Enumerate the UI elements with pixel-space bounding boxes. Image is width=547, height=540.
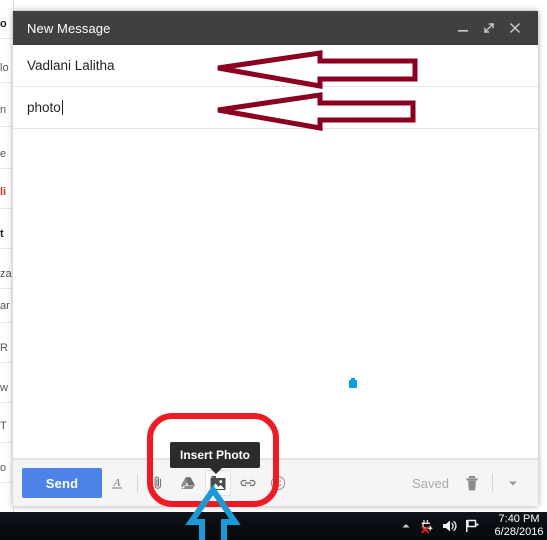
volume-icon xyxy=(443,520,457,532)
inbox-row-fragment: w xyxy=(0,382,8,394)
inbox-row-divider xyxy=(0,442,14,443)
insert-emoji-button[interactable] xyxy=(265,470,291,496)
subject-field[interactable]: photo xyxy=(13,87,538,129)
attach-file-icon xyxy=(154,476,162,489)
chevron-up-icon xyxy=(402,524,410,528)
close-button[interactable] xyxy=(502,15,528,41)
inbox-row-fragment: n xyxy=(0,104,7,116)
compose-window-title: New Message xyxy=(27,20,111,36)
google-drive-button[interactable] xyxy=(175,470,201,496)
inbox-row-fragment: o xyxy=(0,18,7,30)
clock-date: 6/28/2016 xyxy=(494,526,544,538)
text-caret xyxy=(61,100,63,115)
windows-taskbar: 7:40 PM 6/28/2016 xyxy=(0,512,547,540)
show-hidden-icons-button[interactable] xyxy=(395,514,417,538)
to-field-value: Vadlani Lalitha xyxy=(27,58,115,73)
minimize-button[interactable] xyxy=(450,15,476,41)
trash-icon xyxy=(466,475,478,490)
inbox-row-fragment: e xyxy=(0,148,7,160)
insert-photo-icon xyxy=(210,475,226,490)
attach-file-button[interactable] xyxy=(145,470,171,496)
network-disconnected-icon xyxy=(421,519,433,534)
inbox-row-divider xyxy=(0,38,14,39)
chevron-down-icon xyxy=(509,481,517,486)
message-body-field[interactable] xyxy=(13,129,538,459)
insert-emoji-icon xyxy=(270,475,286,491)
inbox-row-fragment: o xyxy=(0,462,7,474)
insert-link-icon xyxy=(240,479,256,487)
inbox-row-divider xyxy=(0,288,14,289)
insert-photo-tooltip: Insert Photo xyxy=(170,442,261,474)
inbox-row-divider xyxy=(0,482,14,483)
inbox-row-divider xyxy=(0,362,14,363)
inbox-row-divider xyxy=(0,126,14,127)
inbox-row-fragment: t xyxy=(0,228,4,240)
inbox-row-fragment: za xyxy=(0,268,12,280)
formatting-options-icon: A xyxy=(112,477,122,489)
close-icon xyxy=(509,22,521,34)
toolbar-divider-right xyxy=(492,474,493,492)
taskbar-clock[interactable]: 7:40 PM 6/28/2016 xyxy=(491,513,547,539)
inbox-row-fragment: lo xyxy=(0,62,9,74)
google-drive-icon xyxy=(181,477,195,489)
saved-status-label: Saved xyxy=(412,475,449,491)
compose-toolbar: Send A Saved xyxy=(13,459,538,506)
mouse-cursor-dot xyxy=(349,378,357,388)
send-button[interactable]: Send xyxy=(22,468,102,498)
inbox-row-divider xyxy=(0,82,14,83)
subject-field-value: photo xyxy=(27,100,61,115)
action-center-button[interactable] xyxy=(461,514,483,538)
inbox-row-divider xyxy=(0,168,14,169)
inbox-row-divider xyxy=(0,322,14,323)
network-status-button[interactable] xyxy=(417,514,439,538)
inbox-row-divider xyxy=(0,402,14,403)
compose-window: New Message Vadlani Lalitha photo Send A… xyxy=(13,11,538,506)
toolbar-divider xyxy=(137,474,138,492)
formatting-options-button[interactable]: A xyxy=(104,470,130,496)
discard-draft-button[interactable] xyxy=(459,470,485,496)
inbox-row-fragment: R xyxy=(0,342,8,354)
insert-link-button[interactable] xyxy=(235,470,261,496)
inbox-row-fragment: ar xyxy=(0,300,10,312)
clock-time: 7:40 PM xyxy=(498,513,540,525)
inbox-row-fragment: T xyxy=(0,420,7,432)
volume-button[interactable] xyxy=(439,514,461,538)
inbox-row-fragment: li xyxy=(0,186,7,198)
more-options-button[interactable] xyxy=(500,470,526,496)
expand-button[interactable] xyxy=(476,15,502,41)
to-field[interactable]: Vadlani Lalitha xyxy=(13,45,538,87)
svg-text:A: A xyxy=(113,477,121,489)
expand-icon xyxy=(484,23,494,33)
minimize-icon xyxy=(458,30,468,32)
action-center-flag-icon xyxy=(466,519,479,532)
inbox-row-divider xyxy=(0,208,14,209)
inbox-row-divider xyxy=(0,248,14,249)
compose-window-header[interactable]: New Message xyxy=(13,11,538,45)
